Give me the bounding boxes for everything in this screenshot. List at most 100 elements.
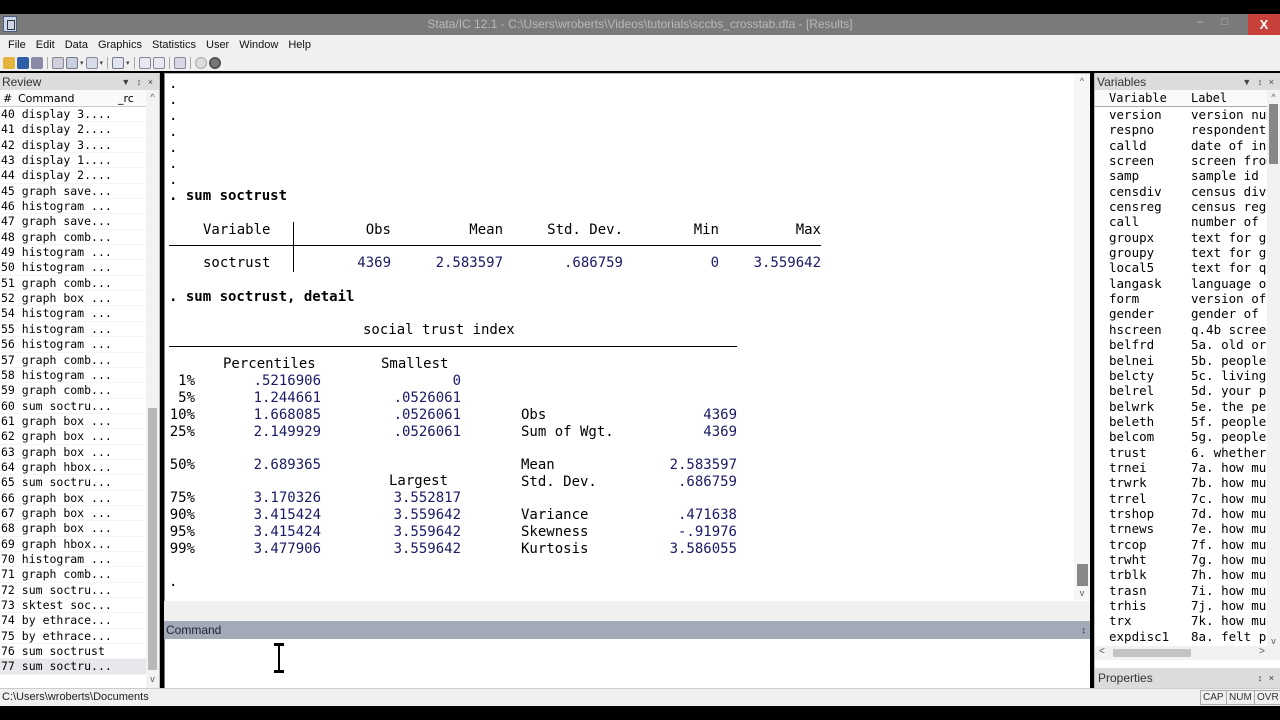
menu-user[interactable]: User [201, 39, 234, 51]
variable-row[interactable]: belwrk 5e. the peo [1095, 399, 1267, 414]
variable-row[interactable]: trwht 7g. how muc [1095, 552, 1267, 567]
review-item[interactable]: 60 sum soctru... [0, 399, 147, 414]
results-scrollbar[interactable]: ^ v [1074, 74, 1090, 600]
variable-row[interactable]: groupy text for gr [1095, 245, 1267, 260]
save-icon[interactable] [17, 56, 29, 69]
variable-row[interactable]: belcty 5c. living [1095, 368, 1267, 383]
review-item[interactable]: 41 display 2.... [0, 122, 147, 138]
menu-window[interactable]: Window [234, 39, 283, 51]
column-rc[interactable]: _rc [118, 92, 146, 105]
scroll-down-icon[interactable]: v [1074, 588, 1090, 598]
variable-row[interactable]: trnei 7a. how muc [1095, 460, 1267, 475]
variable-row[interactable]: expdisc1 8a. felt pe [1095, 629, 1267, 644]
variable-row[interactable]: trhis 7j. how muc [1095, 598, 1267, 613]
review-item[interactable]: 43 display 1.... [0, 153, 147, 169]
review-item[interactable]: 50 histogram ... [0, 260, 147, 276]
variable-row[interactable]: screen screen from [1095, 153, 1267, 168]
variable-row[interactable]: belrel 5d. your p [1095, 383, 1267, 398]
column-label[interactable]: Label [1191, 91, 1267, 105]
scroll-thumb[interactable] [1269, 104, 1278, 164]
menu-graphics[interactable]: Graphics [93, 39, 147, 51]
do-file-editor-icon[interactable] [112, 56, 125, 69]
review-item[interactable]: 54 histogram ... [0, 306, 147, 322]
scroll-thumb[interactable] [1077, 564, 1088, 586]
more-icon[interactable] [194, 56, 207, 69]
column-number[interactable]: # [0, 92, 18, 105]
minimize-button[interactable]: – [1190, 16, 1210, 32]
review-item[interactable]: 46 histogram ... [0, 199, 147, 215]
review-item[interactable]: 44 display 2.... [0, 168, 147, 184]
variable-row[interactable]: form version of [1095, 291, 1267, 306]
variable-row[interactable]: gender gender of r [1095, 306, 1267, 321]
review-scrollbar[interactable]: ^ v [146, 90, 159, 688]
review-item[interactable]: 64 graph hbox... [0, 460, 147, 476]
scroll-up-icon[interactable]: ^ [146, 92, 159, 106]
menu-edit[interactable]: Edit [31, 39, 60, 51]
variable-row[interactable]: trrel 7c. how muc [1095, 491, 1267, 506]
scroll-up-icon[interactable]: ^ [1074, 76, 1090, 86]
review-item[interactable]: 52 graph box ... [0, 291, 147, 307]
data-browser-icon[interactable] [152, 56, 165, 69]
review-item[interactable]: 45 graph save... [0, 184, 147, 200]
editor-dropdown-icon[interactable]: ▾ [126, 59, 130, 67]
graph-dropdown-icon[interactable]: ▾ [100, 59, 104, 67]
review-item[interactable]: 56 histogram ... [0, 337, 147, 353]
review-item[interactable]: 77 sum soctru... [0, 659, 147, 675]
scroll-right-icon[interactable]: > [1259, 646, 1265, 657]
review-item[interactable]: 42 display 3.... [0, 138, 147, 154]
review-item[interactable]: 55 histogram ... [0, 322, 147, 338]
viewer-icon[interactable] [66, 56, 78, 69]
scroll-up-icon[interactable]: ^ [1267, 92, 1280, 102]
variable-row[interactable]: samp sample id i [1095, 168, 1267, 183]
variable-row[interactable]: trasn 7i. how muc [1095, 583, 1267, 598]
print-icon[interactable] [31, 56, 43, 69]
menu-statistics[interactable]: Statistics [147, 39, 201, 51]
menu-file[interactable]: File [3, 39, 31, 51]
column-command[interactable]: Command [18, 92, 118, 105]
scroll-left-icon[interactable]: < [1099, 646, 1105, 657]
review-item[interactable]: 66 graph box ... [0, 491, 147, 506]
review-item[interactable]: 48 graph comb... [0, 230, 147, 246]
splitter[interactable] [164, 601, 1090, 621]
variable-row[interactable]: trshop 7d. how muc [1095, 506, 1267, 521]
pin-icon[interactable]: ↕ [1082, 621, 1087, 639]
column-variable[interactable]: Variable [1095, 91, 1191, 105]
review-item[interactable]: 58 histogram ... [0, 368, 147, 384]
review-item[interactable]: 49 histogram ... [0, 245, 147, 261]
scroll-down-icon[interactable]: v [146, 674, 159, 688]
review-item[interactable]: 61 graph box ... [0, 414, 147, 430]
scroll-thumb[interactable] [1113, 649, 1191, 657]
variable-row[interactable]: hscreen q.4b screen [1095, 322, 1267, 337]
review-item[interactable]: 62 graph box ... [0, 429, 147, 445]
menu-help[interactable]: Help [283, 39, 316, 51]
review-panel-controls[interactable]: ▼ ↕ × [121, 77, 155, 87]
review-item[interactable]: 57 graph comb... [0, 353, 147, 368]
review-item[interactable]: 68 graph box ... [0, 521, 147, 537]
variable-row[interactable]: beleth 5f. people [1095, 414, 1267, 429]
break-icon[interactable] [208, 56, 221, 69]
variable-row[interactable]: censdiv census div [1095, 184, 1267, 199]
review-item[interactable]: 73 sktest soc... [0, 598, 147, 614]
review-item[interactable]: 74 by ethrace... [0, 613, 147, 629]
variable-row[interactable]: trblk 7h. how muc [1095, 567, 1267, 582]
open-icon[interactable] [3, 56, 15, 69]
variables-scrollbar[interactable]: ^ v [1267, 90, 1280, 646]
review-item[interactable]: 59 graph comb... [0, 383, 147, 399]
variable-row[interactable]: belcom 5g. people [1095, 429, 1267, 444]
review-item[interactable]: 67 graph box ... [0, 506, 147, 522]
variable-row[interactable]: respno respondent [1095, 122, 1267, 137]
variable-row[interactable]: trwrk 7b. how muc [1095, 475, 1267, 490]
data-editor-icon[interactable] [138, 56, 151, 69]
variable-row[interactable]: langask language of [1095, 276, 1267, 291]
variable-row[interactable]: groupx text for gr [1095, 230, 1267, 245]
graph-icon[interactable] [85, 56, 98, 69]
log-icon[interactable] [52, 56, 64, 69]
review-item[interactable]: 75 by ethrace... [0, 629, 147, 645]
scroll-thumb[interactable] [148, 408, 157, 670]
review-item[interactable]: 63 graph box ... [0, 445, 147, 460]
variables-hscrollbar[interactable]: < > [1095, 646, 1280, 660]
close-button[interactable]: X [1248, 14, 1280, 35]
review-item[interactable]: 51 graph comb... [0, 276, 147, 292]
review-item[interactable]: 71 graph comb... [0, 567, 147, 583]
review-item[interactable]: 72 sum soctru... [0, 583, 147, 598]
